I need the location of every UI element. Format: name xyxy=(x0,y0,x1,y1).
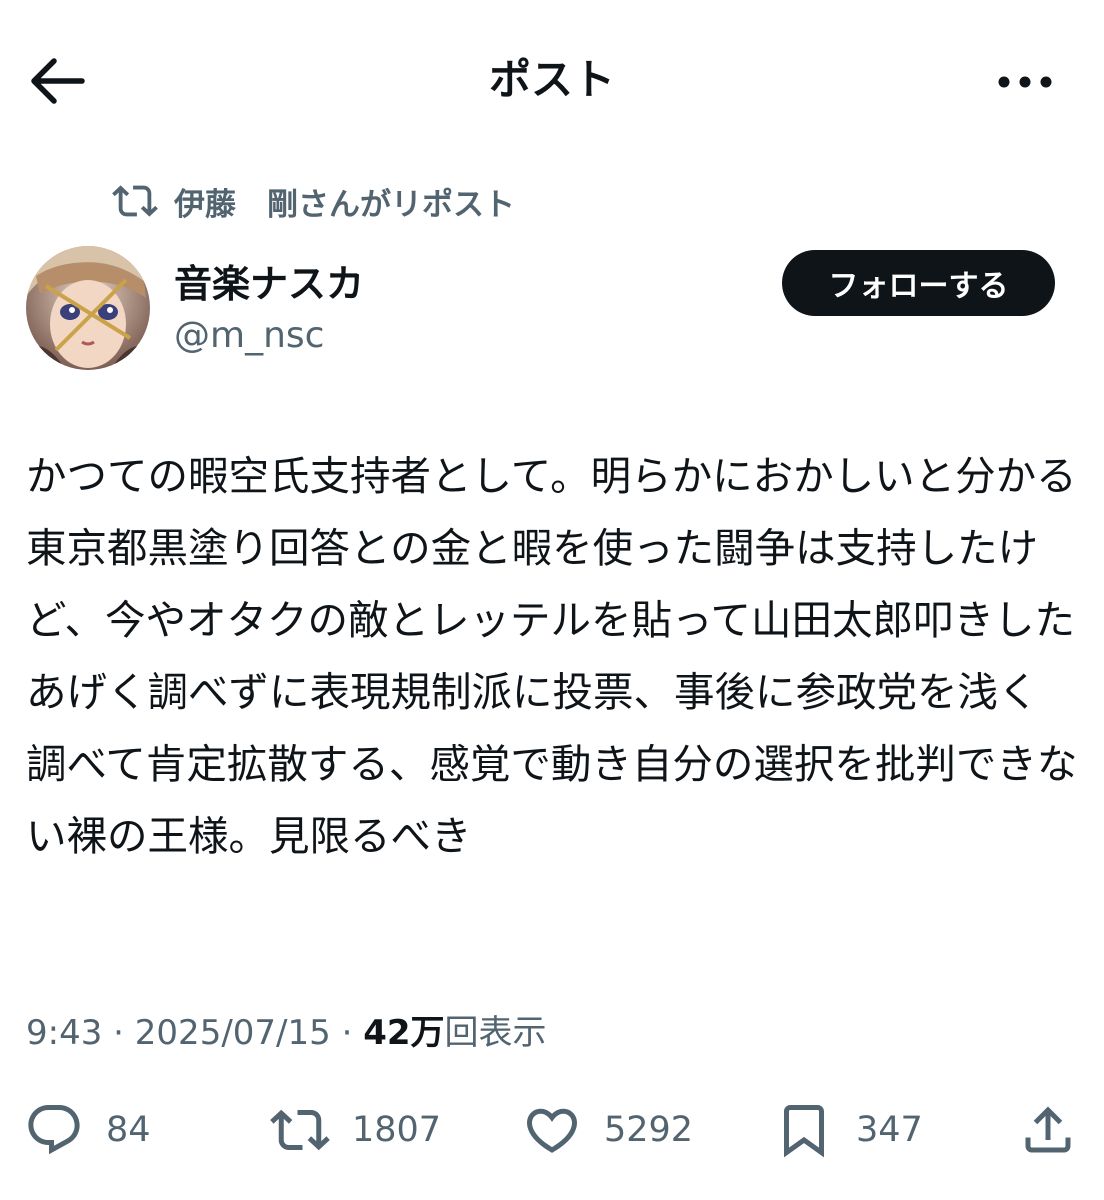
page-title: ポスト xyxy=(488,55,615,104)
reply-icon xyxy=(24,1100,84,1160)
avatar[interactable] xyxy=(26,246,150,370)
heart-icon xyxy=(522,1100,582,1160)
post-time[interactable]: 9:43 xyxy=(26,1013,102,1053)
view-count: 42万 xyxy=(363,1013,445,1053)
bookmark-button[interactable]: 347 xyxy=(774,1100,923,1160)
view-count-suffix: 回表示 xyxy=(444,1013,547,1053)
bookmark-count: 347 xyxy=(856,1110,923,1150)
more-options-icon[interactable] xyxy=(994,60,1056,104)
share-icon[interactable] xyxy=(1018,1100,1078,1160)
like-count: 5292 xyxy=(604,1110,694,1150)
bookmark-icon xyxy=(774,1100,834,1160)
reply-button[interactable]: 84 xyxy=(24,1100,151,1160)
like-button[interactable]: 5292 xyxy=(522,1100,693,1160)
meta-separator: · xyxy=(330,1013,364,1053)
repost-context[interactable]: 伊藤 剛さんがリポスト xyxy=(112,178,515,224)
repost-icon xyxy=(270,1100,330,1160)
repost-icon xyxy=(112,178,158,224)
meta-separator: · xyxy=(102,1013,135,1053)
repost-label: 伊藤 剛さんがリポスト xyxy=(174,186,515,223)
author-name[interactable]: 音楽ナスカ xyxy=(174,260,364,308)
post-date[interactable]: 2025/07/15 xyxy=(135,1013,331,1053)
reply-count: 84 xyxy=(106,1110,151,1150)
follow-button[interactable]: フォローする xyxy=(782,250,1055,316)
repost-count: 1807 xyxy=(352,1110,442,1150)
author-handle[interactable]: @m_nsc xyxy=(174,314,324,358)
repost-button[interactable]: 1807 xyxy=(270,1100,441,1160)
post-meta: 9:43 · 2025/07/15 · 42万回表示 xyxy=(26,1010,547,1056)
post-text: かつての暇空氏支持者として。明らかにおかしいと分かる東京都黒塗り回答との金と暇を… xyxy=(26,452,1078,860)
